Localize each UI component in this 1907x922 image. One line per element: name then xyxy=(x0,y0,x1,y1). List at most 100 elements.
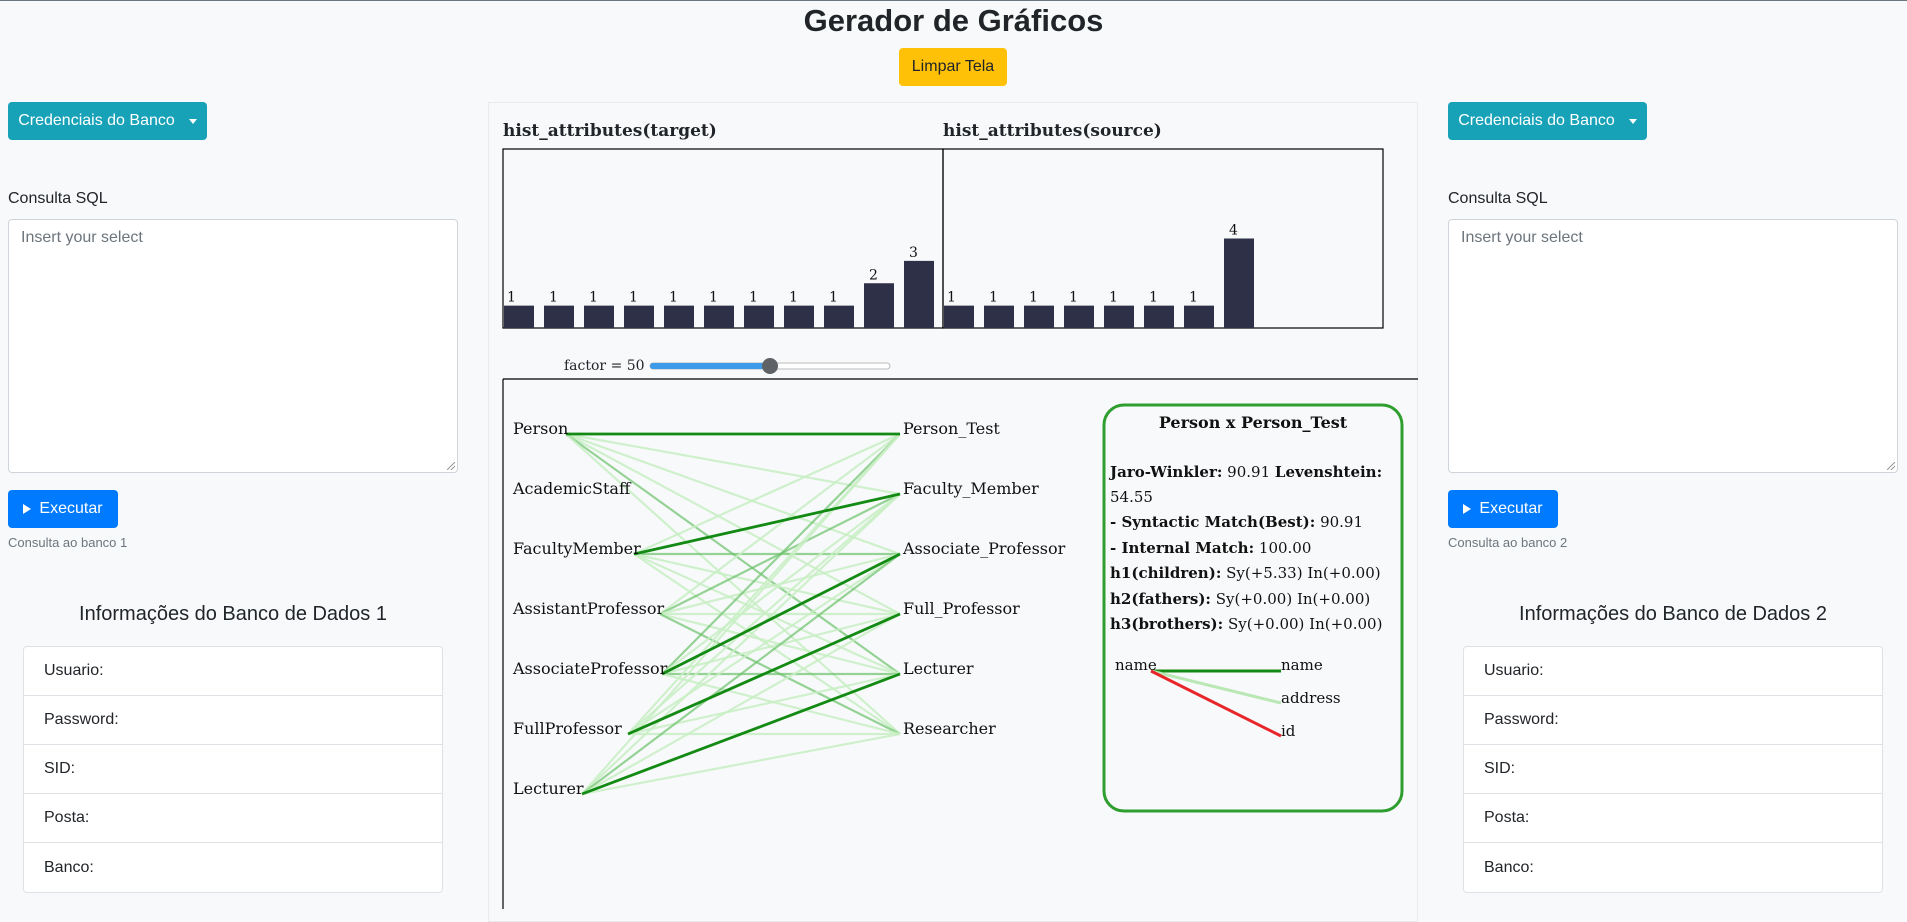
sql-placeholder: Insert your select xyxy=(21,229,143,246)
hist-bar-label: 1 xyxy=(507,290,516,306)
target-node-label: Person_Test xyxy=(903,419,1000,438)
target-node-label: Associate_Professor xyxy=(902,539,1066,558)
hist-bar xyxy=(544,305,574,328)
hist-bar-label: 1 xyxy=(629,290,638,306)
db-info-title-right: Informações do Banco de Dados 2 xyxy=(1519,603,1827,625)
hist-bar xyxy=(824,305,854,328)
info-item-user: Usuario: xyxy=(24,647,442,696)
credentials-dropdown-right[interactable]: Credenciais do Banco xyxy=(1448,102,1647,140)
detail-line-syntactic: - Syntactic Match(Best): 90.91 xyxy=(1110,513,1363,531)
hist-bar xyxy=(944,305,974,328)
info-item-password: Password: xyxy=(1464,696,1882,745)
source-node-label: FacultyMember xyxy=(513,539,641,558)
attr-right-id: id xyxy=(1281,722,1296,740)
hist-bar xyxy=(744,305,774,328)
hist-bar-label: 2 xyxy=(869,267,878,283)
hist-bar-label: 1 xyxy=(829,290,838,306)
info-item-password: Password: xyxy=(24,696,442,745)
detail-title: Person x Person_Test xyxy=(1159,413,1348,432)
sql-input-left[interactable]: Insert your select xyxy=(8,219,458,473)
hist-bar xyxy=(624,305,654,328)
resize-grip-icon[interactable] xyxy=(1887,462,1895,470)
play-icon xyxy=(23,504,32,514)
int-label: - Internal Match: xyxy=(1110,539,1254,557)
jw-value: 90.91 xyxy=(1227,463,1270,481)
info-item-database: Banco: xyxy=(44,858,94,876)
execute-label: Executar xyxy=(1479,500,1543,517)
target-node-label: Faculty_Member xyxy=(903,479,1039,498)
int-value: 100.00 xyxy=(1259,539,1312,557)
lev-label: Levenshtein: xyxy=(1275,463,1382,481)
detail-line-similarity: Jaro-Winkler: 90.91 Levenshtein: xyxy=(1108,463,1382,481)
hist-bar xyxy=(664,305,694,328)
factor-slider[interactable] xyxy=(649,358,891,374)
caret-down-icon xyxy=(188,118,197,124)
hist-bar-label: 1 xyxy=(989,290,998,306)
sql-label: Consulta SQL xyxy=(1448,190,1548,207)
h3-label: h3(brothers): xyxy=(1110,615,1223,633)
source-node-label: AssociateProfessor xyxy=(512,659,668,678)
target-node-label: Lecturer xyxy=(903,659,974,678)
source-node-label: Lecturer xyxy=(513,779,584,798)
resize-grip-icon[interactable] xyxy=(447,462,455,470)
detail-line-internal: - Internal Match: 100.00 xyxy=(1110,539,1311,557)
h2-value: Sy(+0.00) In(+0.00) xyxy=(1216,590,1370,608)
sql-placeholder: Insert your select xyxy=(1461,229,1583,246)
source-node-label: AcademicStaff xyxy=(512,479,632,498)
syn-value: 90.91 xyxy=(1320,513,1363,531)
info-item-user: Usuario: xyxy=(1464,647,1882,696)
hist-bar xyxy=(784,305,814,328)
db-info-list-right: Usuario: Password: SID: Posta: Banco: xyxy=(1463,646,1883,893)
hist-bar xyxy=(984,305,1014,328)
target-node-label: Full_Professor xyxy=(903,599,1020,618)
db-note-left: Consulta ao banco 1 xyxy=(8,535,128,550)
hist-bar xyxy=(1024,305,1054,328)
credentials-dropdown-left[interactable]: Credenciais do Banco xyxy=(8,102,207,140)
hist-bar-label: 3 xyxy=(909,245,918,261)
hist-bars-target: 1 1 1 1 1 1 1 1 1 2 3 xyxy=(504,245,934,328)
db-info-title-left: Informações do Banco de Dados 1 xyxy=(79,603,387,625)
attr-right-address: address xyxy=(1281,689,1341,707)
hist-bar-label: 1 xyxy=(1029,290,1038,306)
slider-thumb[interactable] xyxy=(762,358,778,374)
hist-bar-label: 4 xyxy=(1229,223,1238,239)
hist-bar xyxy=(1104,305,1134,328)
hist-bar xyxy=(704,305,734,328)
clear-screen-button[interactable]: Limpar Tela xyxy=(899,48,1007,86)
db-info-list-left: Usuario: Password: SID: Posta: Banco: xyxy=(23,646,443,893)
hist-bar xyxy=(864,283,894,328)
h2-label: h2(fathers): xyxy=(1110,590,1211,608)
info-item-port: Posta: xyxy=(24,794,442,843)
source-node-label: AssistantProfessor xyxy=(512,599,665,618)
hist-bars-source: 1 1 1 1 1 1 1 4 xyxy=(944,223,1254,328)
hist-bar-label: 1 xyxy=(669,290,678,306)
hist-bar-label: 1 xyxy=(749,290,758,306)
info-item-sid: SID: xyxy=(24,745,442,794)
hist-title-source: hist_attributes(source) xyxy=(943,121,1162,141)
match-link-weak xyxy=(633,432,901,556)
source-node-label: FullProfessor xyxy=(513,719,622,738)
source-node-label: Person xyxy=(513,419,568,438)
play-icon xyxy=(1463,504,1472,514)
hist-bar-label: 1 xyxy=(549,290,558,306)
sql-input-right[interactable]: Insert your select xyxy=(1448,219,1898,473)
db-note-right: Consulta ao banco 2 xyxy=(1448,535,1568,550)
attr-left-name: name xyxy=(1115,656,1157,674)
hist-bar-label: 1 xyxy=(589,290,598,306)
execute-button-left[interactable]: Executar xyxy=(8,490,118,528)
execute-button-right[interactable]: Executar xyxy=(1448,490,1558,528)
hist-bar-label: 1 xyxy=(1189,290,1198,306)
slider-fill xyxy=(650,363,770,369)
hist-bar xyxy=(1224,238,1254,328)
h3-value: Sy(+0.00) In(+0.00) xyxy=(1228,615,1382,633)
syn-label: - Syntactic Match(Best): xyxy=(1110,513,1315,531)
attr-right-name: name xyxy=(1281,656,1323,674)
match-link-weak xyxy=(581,613,901,795)
match-link-weak xyxy=(581,732,901,796)
hist-bar-label: 1 xyxy=(789,290,798,306)
factor-label: factor = 50 xyxy=(564,358,645,374)
hist-bar-label: 1 xyxy=(1069,290,1078,306)
info-item-port: Posta: xyxy=(1464,794,1882,843)
h1-value: Sy(+5.33) In(+0.00) xyxy=(1226,564,1380,582)
info-item-sid: SID: xyxy=(1464,745,1882,794)
